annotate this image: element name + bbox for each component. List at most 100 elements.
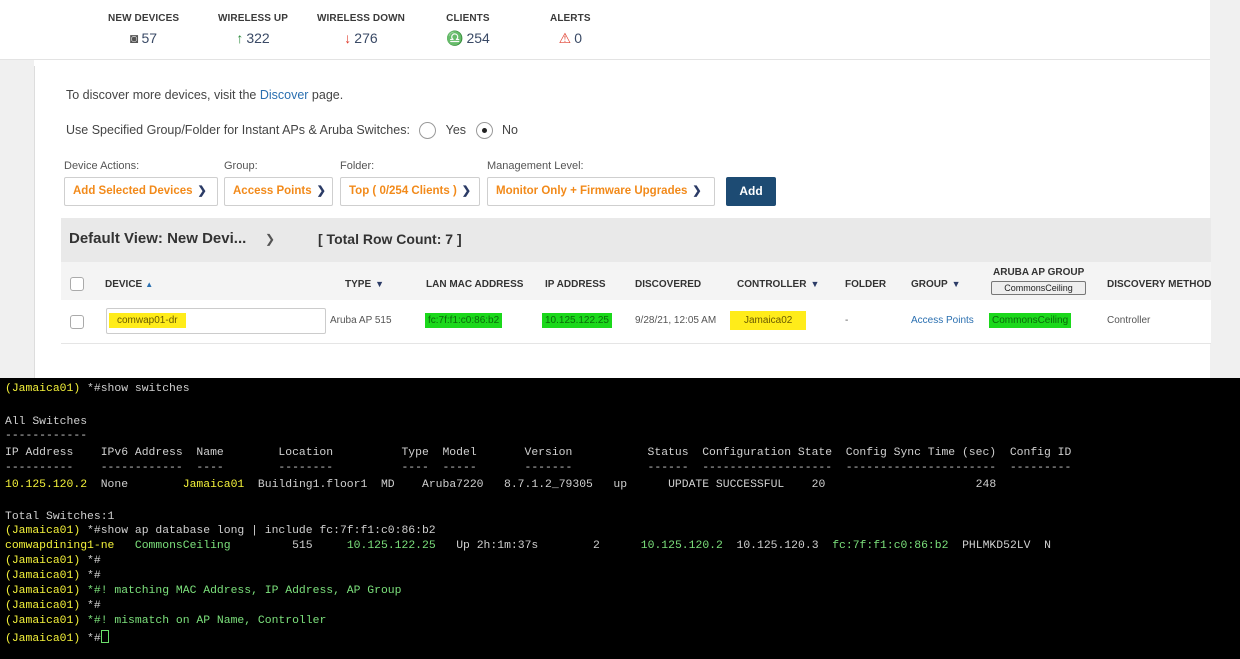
- dropdown-value: Access Points: [233, 185, 312, 197]
- group-label: Group:: [224, 160, 258, 172]
- select-all-checkbox[interactable]: [70, 277, 84, 291]
- dropdown-value: Monitor Only + Firmware Upgrades: [496, 185, 688, 197]
- chevron-down-icon[interactable]: ❯: [265, 232, 275, 246]
- stat-value: 276: [354, 30, 378, 46]
- sort-asc-icon: ▲: [145, 280, 154, 289]
- row-count: [ Total Row Count: 7 ]: [318, 231, 462, 247]
- chevron-down-icon: ❯: [316, 185, 326, 197]
- arrow-up-icon: ↑: [236, 30, 244, 46]
- discover-link[interactable]: Discover: [260, 88, 309, 102]
- management-level-label: Management Level:: [487, 160, 584, 172]
- client-icon: ♎: [446, 30, 464, 46]
- terminal[interactable]: (Jamaica01) *#show switches All Switches…: [0, 378, 1240, 659]
- table-header: DEVICE ▲ TYPE ▼ LAN MAC ADDRESS IP ADDRESS…: [61, 262, 1211, 300]
- chevron-down-icon: ❯: [197, 185, 207, 197]
- col-device[interactable]: DEVICE ▲: [105, 279, 153, 290]
- table-view-bar: Default View: New Devi... ❯ [ Total Row …: [61, 218, 1211, 262]
- cell-discovered: 9/28/21, 12:05 AM: [635, 315, 717, 326]
- folder-label: Folder:: [340, 160, 375, 172]
- chevron-down-icon: ❯: [461, 185, 471, 197]
- stat-clients[interactable]: CLIENTS ♎ 254: [446, 13, 490, 47]
- stat-new-devices[interactable]: NEW DEVICES ◙ 57: [108, 13, 179, 46]
- cell-ip-address: 10.125.122.25: [542, 313, 612, 328]
- stat-label: WIRELESS DOWN: [317, 13, 405, 24]
- col-discovered[interactable]: DISCOVERED: [635, 279, 701, 290]
- terminal-line: (Jamaica01) *#: [5, 600, 101, 612]
- cell-controller[interactable]: Jamaica02: [730, 311, 807, 330]
- cell-discovery-method: Controller: [1107, 315, 1151, 326]
- radio-yes[interactable]: [419, 122, 437, 139]
- stat-label: CLIENTS: [446, 13, 490, 24]
- discover-hint-prefix: To discover more devices, visit the: [66, 88, 260, 102]
- aruba-ap-group-button[interactable]: CommonsCeiling: [991, 281, 1086, 295]
- terminal-line: (Jamaica01) *#show switches: [5, 383, 190, 395]
- cell-lan-mac: fc:7f:f1:c0:86:b2: [425, 313, 503, 328]
- stat-label: WIRELESS UP: [218, 13, 288, 24]
- folder-dropdown[interactable]: Top ( 0/254 Clients ) ❯: [340, 177, 480, 206]
- stat-wireless-up[interactable]: WIRELESS UP ↑ 322: [218, 13, 288, 46]
- chevron-down-icon: ❯: [692, 185, 702, 197]
- arrow-down-icon: ↓: [344, 30, 352, 46]
- stat-value: 322: [246, 30, 270, 46]
- filter-icon[interactable]: ▼: [952, 279, 961, 289]
- terminal-line: 10.125.120.2 None Jamaica01 Building1.fl…: [5, 479, 997, 491]
- cell-aruba-ap-group: CommonsCeiling: [989, 313, 1072, 328]
- stats-bar: NEW DEVICES ◙ 57 WIRELESS UP ↑ 322 WIRELES…: [0, 0, 1240, 60]
- col-folder[interactable]: FOLDER: [845, 279, 886, 290]
- row-checkbox[interactable]: [70, 315, 84, 329]
- discovery-panel: To discover more devices, visit the Disc…: [34, 66, 1211, 378]
- col-aruba-ap-group[interactable]: ARUBA AP GROUP: [993, 267, 1084, 278]
- terminal-line: comwapdining1-ne CommonsCeiling 515 10.1…: [5, 540, 1051, 552]
- col-ip-address[interactable]: IP ADDRESS: [545, 279, 606, 290]
- group-dropdown[interactable]: Access Points ❯: [224, 177, 333, 206]
- col-lan-mac[interactable]: LAN MAC ADDRESS: [426, 279, 523, 290]
- dropdown-value: Top ( 0/254 Clients ): [349, 185, 457, 197]
- add-button[interactable]: Add: [726, 177, 776, 206]
- device-actions-label: Device Actions:: [64, 160, 140, 172]
- specified-group-label: Use Specified Group/Folder for Instant A…: [66, 122, 410, 137]
- terminal-line: (Jamaica01) *#: [5, 555, 101, 567]
- device-icon: ◙: [130, 30, 139, 46]
- terminal-line: (Jamaica01) *#show ap database long | in…: [5, 525, 436, 537]
- dropdown-value: Add Selected Devices: [73, 185, 193, 197]
- radio-no[interactable]: [475, 122, 493, 139]
- cell-folder: -: [845, 315, 849, 326]
- frame-margin-left: [0, 60, 34, 378]
- stat-label: NEW DEVICES: [108, 13, 180, 24]
- terminal-line: (Jamaica01) *#! mismatch on AP Name, Con…: [5, 615, 327, 627]
- discover-hint-suffix: page.: [308, 88, 344, 102]
- view-selector[interactable]: Default View: New Devi...: [69, 230, 246, 247]
- terminal-line: ---------- ------------ ---- -------- --…: [5, 462, 1072, 474]
- col-type[interactable]: TYPE ▼: [345, 279, 384, 290]
- frame-margin-right: [1210, 0, 1240, 378]
- terminal-line: (Jamaica01) *#! matching MAC Address, IP…: [5, 585, 402, 597]
- management-level-dropdown[interactable]: Monitor Only + Firmware Upgrades ❯: [487, 177, 715, 206]
- stat-value: 0: [574, 30, 582, 46]
- alert-icon: ⚠: [558, 30, 572, 46]
- filter-icon[interactable]: ▼: [810, 279, 819, 289]
- cell-group[interactable]: Access Points: [911, 315, 974, 326]
- terminal-line: All Switches: [5, 416, 88, 428]
- stat-value: 57: [141, 30, 158, 46]
- specified-group-row: Use Specified Group/Folder for Instant A…: [66, 122, 518, 139]
- filter-icon[interactable]: ▼: [375, 279, 384, 289]
- stat-wireless-down[interactable]: WIRELESS DOWN ↓ 276: [317, 13, 405, 46]
- table-row[interactable]: comwap01-dr Aruba AP 515 fc:7f:f1:c0:86:…: [61, 300, 1211, 344]
- terminal-cursor: [100, 630, 109, 643]
- terminal-line: (Jamaica01) *#: [5, 570, 101, 582]
- stat-alerts[interactable]: ALERTS ⚠ 0: [550, 13, 591, 47]
- col-controller[interactable]: CONTROLLER ▼: [737, 279, 819, 290]
- terminal-line: (Jamaica01) *#: [5, 630, 109, 645]
- stat-value: 254: [466, 30, 490, 46]
- discover-hint: To discover more devices, visit the Disc…: [66, 88, 343, 102]
- terminal-line: ------------: [5, 430, 88, 442]
- col-discovery-method[interactable]: DISCOVERY METHOD: [1107, 279, 1211, 290]
- terminal-line: IP Address IPv6 Address Name Location Ty…: [5, 447, 1072, 459]
- cell-type: Aruba AP 515: [330, 315, 392, 326]
- device-name: comwap01-dr: [109, 313, 186, 328]
- device-actions-dropdown[interactable]: Add Selected Devices ❯: [64, 177, 218, 206]
- radio-yes-label: Yes: [445, 122, 467, 137]
- col-group[interactable]: GROUP ▼: [911, 279, 961, 290]
- radio-no-label: No: [502, 122, 519, 137]
- stat-label: ALERTS: [550, 13, 591, 24]
